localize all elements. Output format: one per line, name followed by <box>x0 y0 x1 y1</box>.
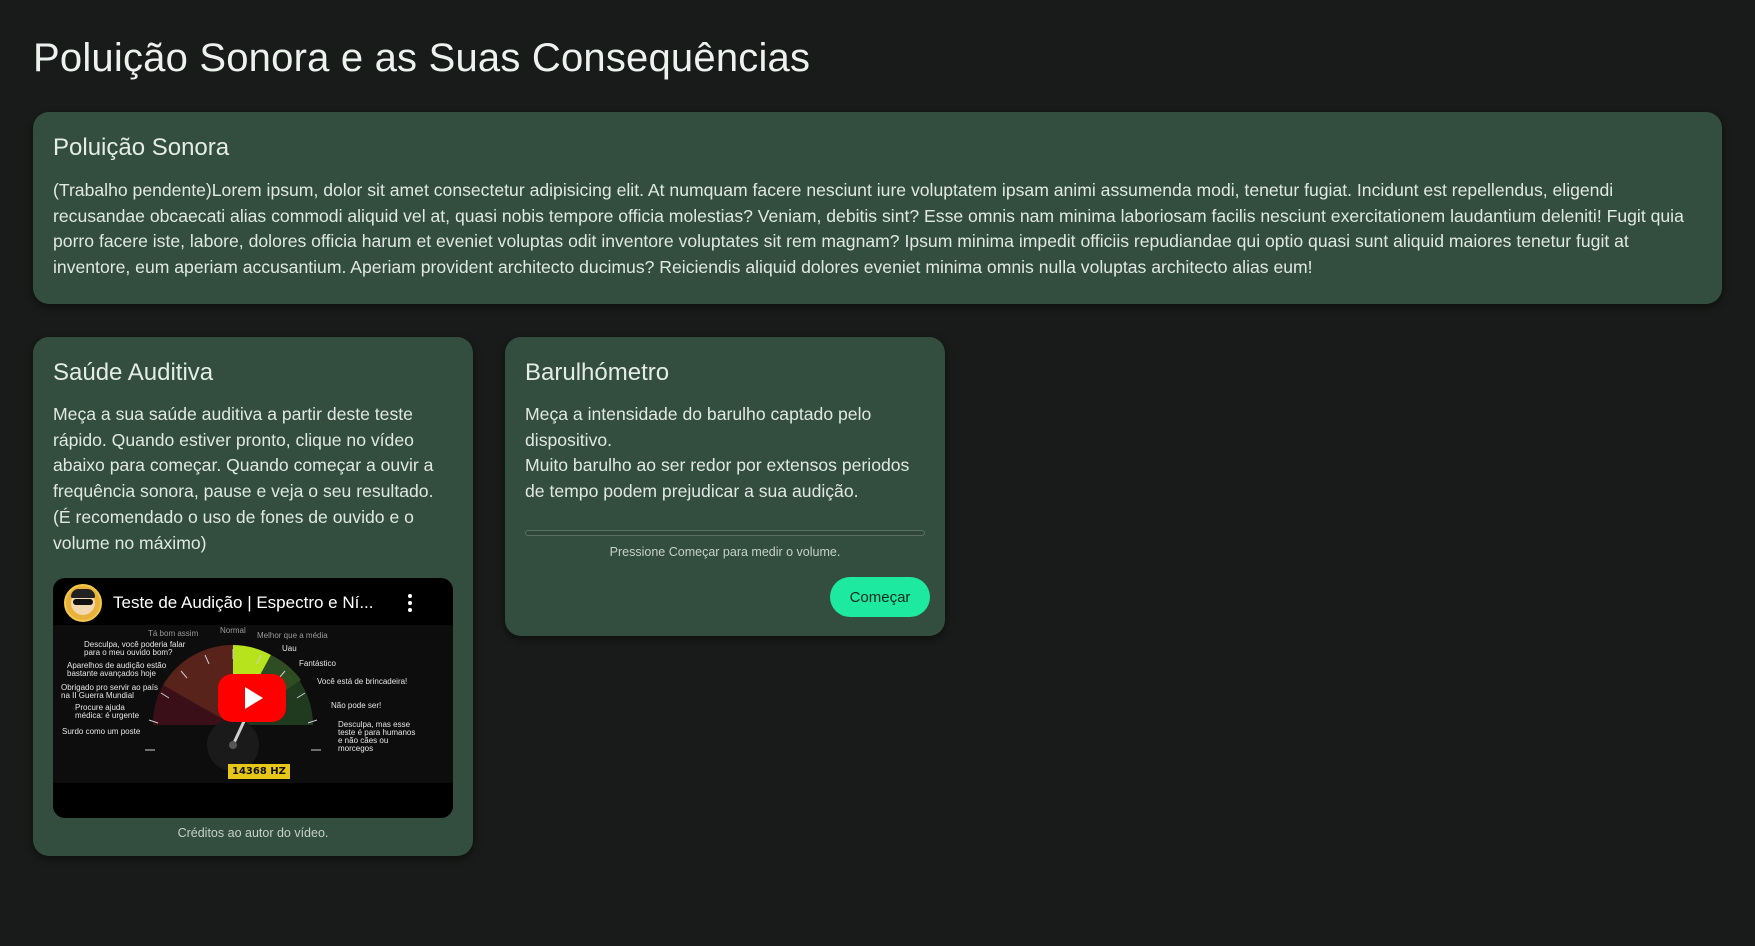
gauge-label-right-5: Desculpa, mas esse teste é para humanos … <box>338 720 416 753</box>
video-credits: Créditos ao autor do vídeo. <box>177 826 329 840</box>
gauge-label-top-2: Normal <box>220 626 246 635</box>
hearing-health-heading: Saúde Auditiva <box>53 359 214 386</box>
gauge-label-right-1: Uau <box>282 644 297 653</box>
page-title: Poluição Sonora e as Suas Consequências <box>33 36 811 80</box>
volume-status-text: Pressione Começar para medir o volume. <box>609 545 841 559</box>
gauge-label-left-5: Surdo como um poste <box>62 727 141 736</box>
youtube-video-embed[interactable]: Desculpa, você poderia falar para o meu … <box>53 578 453 818</box>
noise-meter-text-1: Meça a intensidade do barulho captado pe… <box>525 404 872 450</box>
gauge-label-left-4: Procure ajuda médica: é urgente <box>75 703 140 720</box>
page: Poluição Sonora e as Suas Consequências … <box>0 0 1755 946</box>
gauge-label-right-3: Você está de brincadeira! <box>317 677 408 686</box>
gauge-label-left-1: Desculpa, você poderia falar para o meu … <box>84 640 186 657</box>
volume-progress-bar <box>525 530 925 536</box>
more-options-icon[interactable] <box>407 594 413 612</box>
noise-meter-card: Barulhómetro Meça a intensidade do barul… <box>505 337 945 636</box>
video-header: Teste de Audição | Espectro e Ní... <box>53 578 453 628</box>
hearing-health-card: Saúde Auditiva Meça a sua saúde auditiva… <box>33 337 473 856</box>
intro-heading: Poluição Sonora <box>53 134 230 161</box>
channel-avatar[interactable] <box>64 584 102 622</box>
gauge-label-right-2: Fantástico <box>299 659 336 668</box>
hearing-health-text: Meça a sua saúde auditiva a partir deste… <box>53 404 434 553</box>
intro-card: Poluição Sonora (Trabalho pendente)Lorem… <box>33 112 1722 304</box>
noise-meter-text-2: Muito barulho ao ser redor por extensos … <box>525 455 910 502</box>
gauge-label-top-1: Tá bom assim <box>148 629 199 638</box>
gauge-label-right-4: Não pode ser! <box>331 701 382 710</box>
gauge-label-left-2: Aparelhos de audição estão bastante avan… <box>67 661 167 678</box>
play-icon[interactable] <box>218 674 286 722</box>
gauge-label-left-3: Obrigado pro servir ao país na II Guerra… <box>61 683 158 700</box>
gauge-label-top-3: Melhor que a média <box>257 631 328 640</box>
video-title[interactable]: Teste de Audição | Espectro e Ní... <box>113 593 393 613</box>
noise-meter-heading: Barulhómetro <box>525 359 670 386</box>
frequency-badge: 14368 HZ <box>228 764 290 779</box>
intro-text: (Trabalho pendente)Lorem ipsum, dolor si… <box>53 180 1684 278</box>
start-button[interactable]: Começar <box>830 577 930 617</box>
